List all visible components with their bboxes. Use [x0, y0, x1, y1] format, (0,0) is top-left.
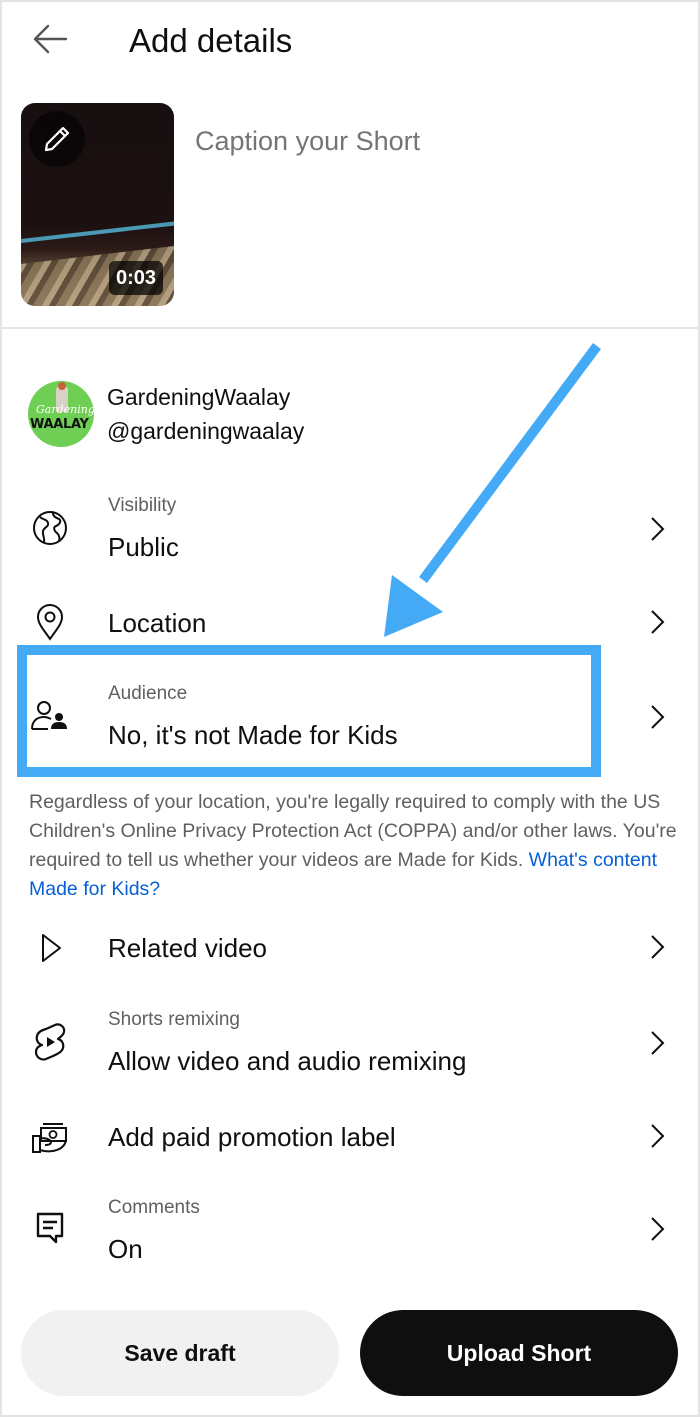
setting-comments[interactable]: Comments On [0, 1192, 700, 1272]
page-title: Add details [129, 22, 293, 59]
play-outline-icon [30, 928, 70, 968]
arrow-left-icon [33, 24, 68, 54]
related-video-value: Related video [108, 933, 267, 963]
setting-visibility[interactable]: Visibility Public [0, 490, 700, 570]
chevron-right-icon [651, 1217, 665, 1241]
upload-short-button[interactable]: Upload Short [360, 1310, 678, 1396]
globe-icon [30, 508, 70, 548]
channel-name: GardeningWaalay [107, 384, 291, 410]
shorts-remixing-label: Shorts remixing [108, 1009, 240, 1030]
chevron-right-icon [651, 935, 665, 959]
video-thumbnail[interactable]: 0:03 [21, 103, 174, 306]
setting-paid-promotion[interactable]: Add paid promotion label [0, 1114, 700, 1164]
avatar: Gardening WAALAY [28, 381, 94, 447]
pencil-icon [44, 126, 70, 152]
channel-handle: @gardeningwaalay [107, 418, 305, 444]
paid-promotion-value: Add paid promotion label [108, 1122, 396, 1152]
thumbnail-light-streak [21, 218, 174, 243]
header: Add details [0, 0, 700, 84]
visibility-value: Public [108, 532, 179, 562]
shorts-remixing-value: Allow video and audio remixing [108, 1046, 467, 1076]
caption-input[interactable] [195, 122, 675, 160]
setting-shorts-remixing[interactable]: Shorts remixing Allow video and audio re… [0, 1004, 700, 1084]
location-value: Location [108, 608, 207, 638]
coppa-notice: Regardless of your location, you're lega… [29, 788, 679, 904]
shorts-icon [30, 1022, 70, 1062]
avatar-brand-text: WAALAY [30, 417, 89, 432]
comment-icon [30, 1208, 70, 1248]
audience-value: No, it's not Made for Kids [108, 720, 398, 750]
visibility-label: Visibility [108, 495, 177, 516]
setting-location[interactable]: Location [0, 600, 700, 650]
save-draft-button[interactable]: Save draft [21, 1310, 339, 1396]
location-pin-icon [30, 602, 70, 642]
duration-badge: 0:03 [108, 261, 163, 295]
comments-value: On [108, 1234, 143, 1264]
chevron-right-icon [651, 610, 665, 634]
paid-promotion-icon [30, 1118, 70, 1158]
setting-audience[interactable]: Audience No, it's not Made for Kids [0, 678, 700, 758]
back-button[interactable] [30, 20, 72, 58]
divider [0, 327, 700, 329]
chevron-right-icon [651, 1031, 665, 1055]
setting-related-video[interactable]: Related video [0, 925, 700, 975]
edit-thumbnail-button[interactable] [29, 111, 85, 167]
comments-label: Comments [108, 1197, 200, 1218]
avatar-script-text: Gardening [36, 403, 94, 416]
chevron-right-icon [651, 517, 665, 541]
audience-label: Audience [108, 683, 188, 704]
channel-info: Gardening WAALAY GardeningWaalay @garden… [28, 381, 304, 447]
chevron-right-icon [651, 705, 665, 729]
audience-icon [30, 696, 70, 736]
chevron-right-icon [651, 1124, 665, 1148]
